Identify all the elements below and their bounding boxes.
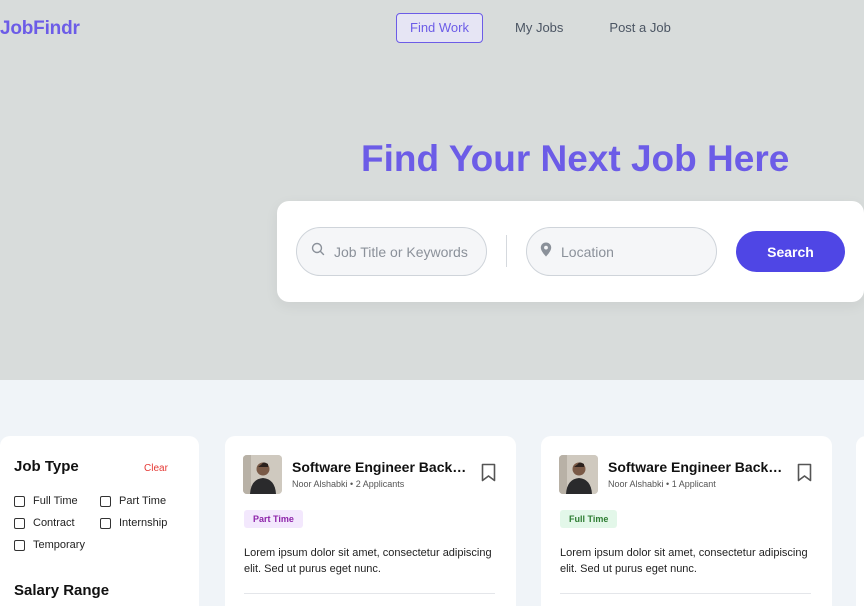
job-author: Noor Alshabki — [608, 479, 664, 489]
job-card-partial[interactable] — [856, 436, 864, 606]
job-title[interactable]: Software Engineer Back-End Developer — [608, 459, 784, 475]
checkbox[interactable] — [100, 517, 111, 529]
checkbox-label: Temporary — [33, 539, 85, 551]
hero-title: Find Your Next Job Here — [361, 138, 790, 179]
bookmark-icon[interactable] — [481, 463, 496, 487]
job-meta: Noor Alshabki • 2 Applicants — [292, 479, 405, 489]
job-card[interactable]: Software Engineer Back-End Developer Noo… — [225, 436, 516, 606]
search-button[interactable]: Search — [736, 231, 845, 272]
nav-post-job[interactable]: Post a Job — [595, 13, 684, 43]
card-divider — [560, 593, 811, 594]
job-description: Lorem ipsum dolor sit amet, consectetur … — [560, 547, 808, 575]
checkbox-label: Internship — [119, 517, 168, 529]
filter-internship[interactable]: Internship — [100, 517, 167, 529]
search-icon — [311, 242, 325, 261]
job-type-badge: Full Time — [560, 510, 618, 528]
checkbox-label: Contract — [33, 517, 75, 529]
nav-find-work[interactable]: Find Work — [396, 13, 483, 43]
filters-panel: Job Type Clear Full Time Part Time Contr… — [0, 436, 199, 606]
keywords-field[interactable] — [296, 227, 487, 276]
checkbox[interactable] — [14, 495, 25, 507]
filter-temporary[interactable]: Temporary — [14, 539, 85, 551]
checkbox[interactable] — [100, 495, 111, 507]
job-type-badge: Part Time — [244, 510, 303, 528]
job-description: Lorem ipsum dolor sit amet, consectetur … — [244, 547, 492, 575]
applicant-count: 2 Applicants — [355, 479, 405, 489]
location-input[interactable] — [561, 243, 711, 260]
job-author: Noor Alshabki — [292, 479, 348, 489]
hero-section: JobFindr Find Work My Jobs Post a Job Fi… — [0, 0, 864, 380]
checkbox-label: Part Time — [119, 495, 167, 507]
filter-contract[interactable]: Contract — [14, 517, 75, 529]
top-nav: Find Work My Jobs Post a Job — [396, 13, 685, 43]
avatar — [559, 455, 598, 494]
search-divider — [506, 235, 507, 267]
avatar — [243, 455, 282, 494]
nav-my-jobs[interactable]: My Jobs — [501, 13, 577, 43]
checkbox[interactable] — [14, 539, 25, 551]
checkbox[interactable] — [14, 517, 25, 529]
map-pin-icon — [540, 242, 552, 262]
search-panel: Search — [277, 201, 864, 302]
job-meta: Noor Alshabki • 1 Applicant — [608, 479, 716, 489]
card-divider — [244, 593, 495, 594]
bookmark-icon[interactable] — [797, 463, 812, 487]
keywords-input[interactable] — [334, 243, 484, 260]
salary-range-heading: Salary Range — [14, 582, 110, 599]
filter-full-time[interactable]: Full Time — [14, 495, 78, 507]
filter-part-time[interactable]: Part Time — [100, 495, 166, 507]
location-field[interactable] — [526, 227, 717, 276]
applicant-count: 1 Applicant — [671, 479, 716, 489]
clear-filters-link[interactable]: Clear — [144, 463, 168, 474]
job-type-heading: Job Type — [14, 458, 79, 475]
job-title[interactable]: Software Engineer Back-End Developer — [292, 459, 468, 475]
app-logo[interactable]: JobFindr — [0, 18, 80, 40]
job-card[interactable]: Software Engineer Back-End Developer Noo… — [541, 436, 832, 606]
checkbox-label: Full Time — [33, 495, 78, 507]
